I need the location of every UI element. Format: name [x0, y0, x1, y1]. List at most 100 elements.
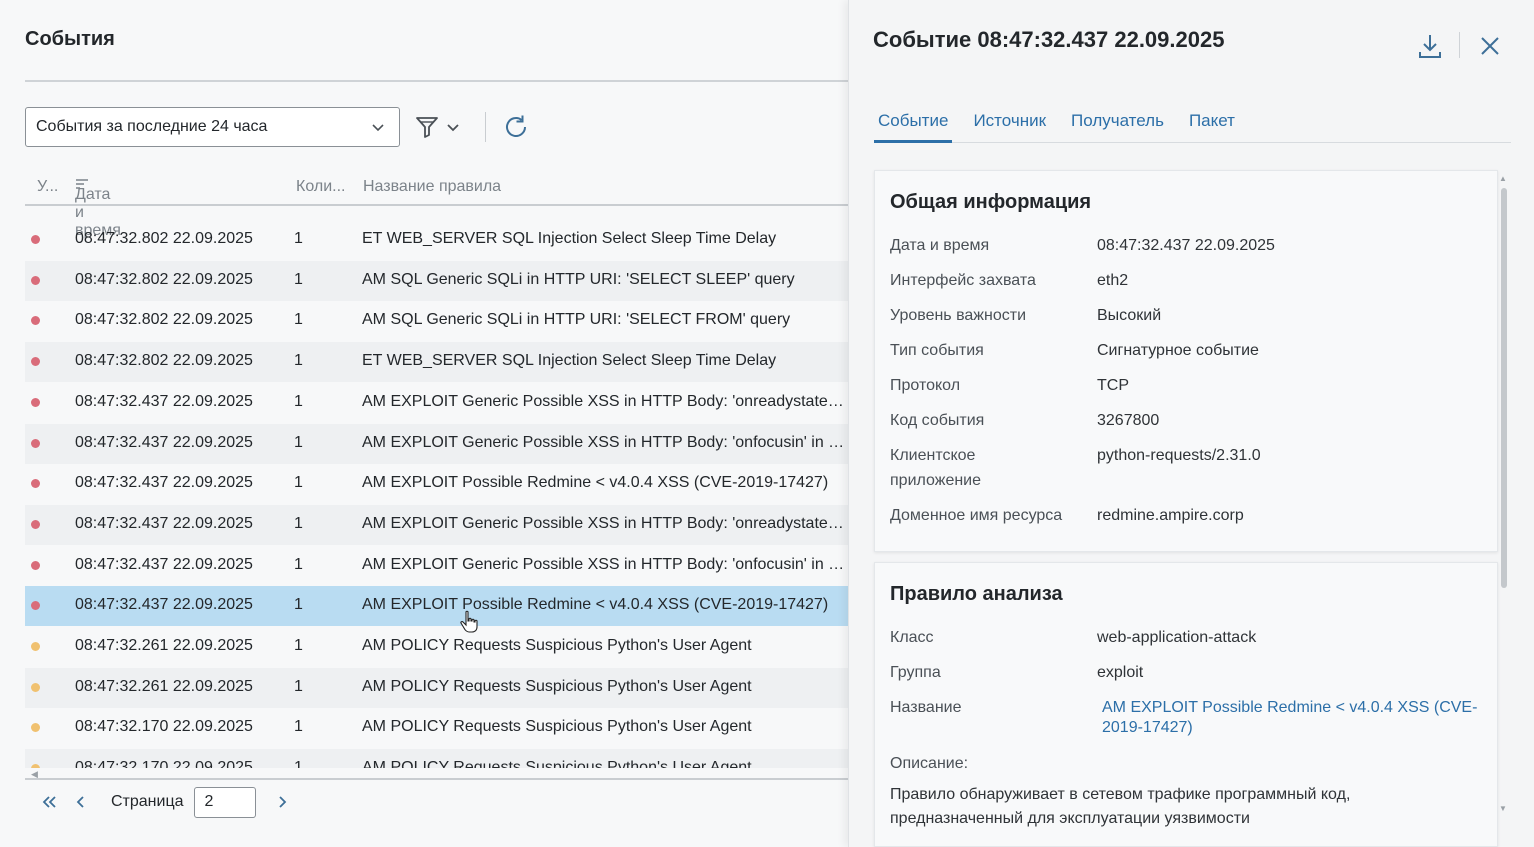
row-count: 1	[294, 514, 303, 532]
filter-chevron-down-icon	[447, 124, 459, 132]
next-page-button[interactable]	[266, 786, 298, 818]
row-count: 1	[294, 555, 303, 573]
column-count[interactable]: Коли...	[296, 178, 345, 196]
page-number-input[interactable]	[193, 786, 256, 818]
column-datetime[interactable]: Дата и время	[75, 178, 121, 239]
download-icon	[1419, 35, 1441, 58]
row-rule-name: ET WEB_SERVER SQL Injection Select Sleep…	[362, 230, 777, 247]
row-datetime: 08:47:32.170 22.09.2025	[75, 718, 253, 736]
severity-dot-icon	[31, 357, 40, 367]
pagination: Страница	[25, 784, 298, 820]
row-rule-name: AM POLICY Requests Suspicious Python's U…	[362, 759, 752, 768]
row-rule-name: AM EXPLOIT Generic Possible XSS in HTTP …	[362, 555, 848, 573]
table-row[interactable]: 08:47:32.802 22.09.2025 1 AM SQL Generic S…	[25, 301, 848, 341]
row-count: 1	[294, 718, 303, 736]
rule-name-link[interactable]: AM EXPLOIT Possible Redmine < v4.0.4 XSS…	[1102, 698, 1487, 738]
refresh-button[interactable]	[502, 113, 530, 141]
first-page-button[interactable]	[33, 786, 65, 818]
table-row[interactable]: 08:47:32.170 22.09.2025 1 AM POLICY Reques…	[25, 708, 848, 748]
general-info-title: Общая информация	[890, 191, 1092, 213]
scroll-down-icon[interactable]: ▼	[1499, 804, 1507, 813]
row-rule-name: AM SQL Generic SQLi in HTTP URI: 'SELECT…	[362, 311, 791, 329]
period-select[interactable]: События за последние 24 часа	[25, 107, 400, 147]
table-row[interactable]: 08:47:32.261 22.09.2025 1 AM POLICY Reques…	[25, 627, 848, 667]
table-row[interactable]: 08:47:32.437 22.09.2025 1 AM EXPLOIT Gener…	[25, 504, 848, 545]
table-row[interactable]: 08:47:32.437 22.09.2025 1 AM EXPLOIT Possi…	[25, 464, 848, 504]
info-field-value: Сигнатурное событие	[1097, 342, 1259, 359]
column-level[interactable]: У...	[37, 178, 58, 196]
table-header: У... Дата и время Коли... Название прави…	[25, 170, 848, 239]
column-rule[interactable]: Название правила	[363, 178, 501, 196]
severity-dot-icon	[31, 275, 40, 285]
tab-packet[interactable]: Пакет	[1185, 105, 1239, 143]
row-rule-name: AM POLICY Requests Suspicious Python's U…	[362, 637, 752, 654]
table-row[interactable]: 08:47:32.437 22.09.2025 1 AM EXPLOIT Gener…	[25, 546, 848, 586]
row-datetime: 08:47:32.802 22.09.2025	[75, 230, 253, 247]
filter-button[interactable]	[414, 113, 470, 141]
rule-group-key: Группа	[890, 664, 941, 681]
scroll-left-icon[interactable]: ◀	[31, 769, 38, 780]
info-field-value: redmine.ampire.corp	[1097, 507, 1244, 524]
info-field-value: Высокий	[1097, 307, 1162, 324]
prev-page-icon	[76, 796, 84, 808]
close-icon	[1481, 37, 1499, 55]
severity-dot-icon	[31, 560, 40, 570]
tab-destination[interactable]: Получатель	[1067, 105, 1168, 143]
row-count: 1	[294, 433, 303, 451]
info-field-key: Доменное имя ресурса	[890, 507, 1063, 524]
rule-class-value: web-application-attack	[1097, 629, 1257, 646]
table-row[interactable]: 08:47:32.261 22.09.2025 1 AM POLICY Reques…	[25, 667, 848, 708]
severity-dot-icon	[31, 438, 40, 448]
table-row[interactable]: 08:47:32.802 22.09.2025 1 ET WEB_SERVER SQ…	[25, 342, 848, 383]
rule-class-key: Класс	[890, 629, 934, 646]
info-field-key: Тип события	[890, 342, 984, 359]
table-row[interactable]: 08:47:32.802 22.09.2025 1 AM SQL Generic S…	[25, 260, 848, 301]
download-button[interactable]	[1417, 32, 1443, 60]
chevron-down-icon	[372, 124, 384, 132]
row-count: 1	[294, 352, 303, 370]
first-page-icon	[42, 796, 56, 808]
page-title: События	[25, 28, 115, 50]
rule-name-key: Название	[890, 699, 962, 716]
events-table-body: 08:47:32.802 22.09.2025 1 ET WEB_SERVER SQ…	[25, 208, 848, 768]
severity-dot-icon	[31, 601, 40, 611]
row-rule-name: AM EXPLOIT Generic Possible XSS in HTTP …	[362, 514, 848, 532]
table-row[interactable]: 08:47:32.802 22.09.2025 1 ET WEB_SERVER SQ…	[25, 220, 848, 260]
toolbar-divider	[485, 112, 486, 142]
prev-page-button[interactable]	[65, 786, 97, 818]
row-count: 1	[294, 677, 303, 695]
scrollbar-thumb[interactable]	[1501, 188, 1507, 588]
row-datetime: 08:47:32.437 22.09.2025	[75, 555, 253, 573]
row-count: 1	[294, 392, 303, 410]
header-divider	[1459, 32, 1460, 58]
close-button[interactable]	[1479, 35, 1501, 57]
row-count: 1	[294, 474, 303, 492]
info-field-key: Интерфейс захвата	[890, 272, 1036, 289]
tab-source[interactable]: Источник	[969, 105, 1050, 143]
row-rule-name: ET WEB_SERVER SQL Injection Select Sleep…	[362, 352, 777, 370]
row-datetime: 08:47:32.802 22.09.2025	[75, 311, 253, 329]
row-datetime: 08:47:32.437 22.09.2025	[75, 392, 253, 410]
table-row[interactable]: 08:47:32.437 22.09.2025 1 AM EXPLOIT Gener…	[25, 423, 848, 464]
table-row[interactable]: 08:47:32.437 22.09.2025 1 AM EXPLOIT Possi…	[25, 586, 848, 627]
next-page-icon	[278, 796, 286, 808]
info-field-key: Клиентское приложение	[890, 447, 982, 489]
refresh-icon	[506, 115, 526, 138]
events-panel: События События за последние 24 часа У..…	[0, 0, 848, 847]
tab-event[interactable]: Событие	[874, 105, 953, 143]
table-row[interactable]: 08:47:32.170 22.09.2025 1 AM POLICY Reques…	[25, 749, 848, 768]
row-count: 1	[294, 230, 303, 247]
mouse-pointer-icon	[460, 610, 478, 633]
row-datetime: 08:47:32.261 22.09.2025	[75, 677, 253, 695]
scroll-up-icon[interactable]: ▲	[1499, 174, 1507, 183]
row-count: 1	[294, 596, 303, 614]
general-info-card: Общая информация Дата и время 08:47:32.43…	[874, 170, 1498, 552]
detail-title: Событие 08:47:32.437 22.09.2025	[873, 27, 1225, 52]
detail-vertical-scrollbar[interactable]: ▲ ▼	[1499, 170, 1509, 820]
row-datetime: 08:47:32.261 22.09.2025	[75, 637, 253, 654]
table-row[interactable]: 08:47:32.437 22.09.2025 1 AM EXPLOIT Gener…	[25, 383, 848, 423]
page-label: Страница	[111, 793, 184, 810]
row-datetime: 08:47:32.802 22.09.2025	[75, 270, 253, 288]
horizontal-scrollbar[interactable]: ◀	[25, 768, 848, 780]
row-rule-name: AM EXPLOIT Possible Redmine < v4.0.4 XSS…	[362, 474, 829, 492]
